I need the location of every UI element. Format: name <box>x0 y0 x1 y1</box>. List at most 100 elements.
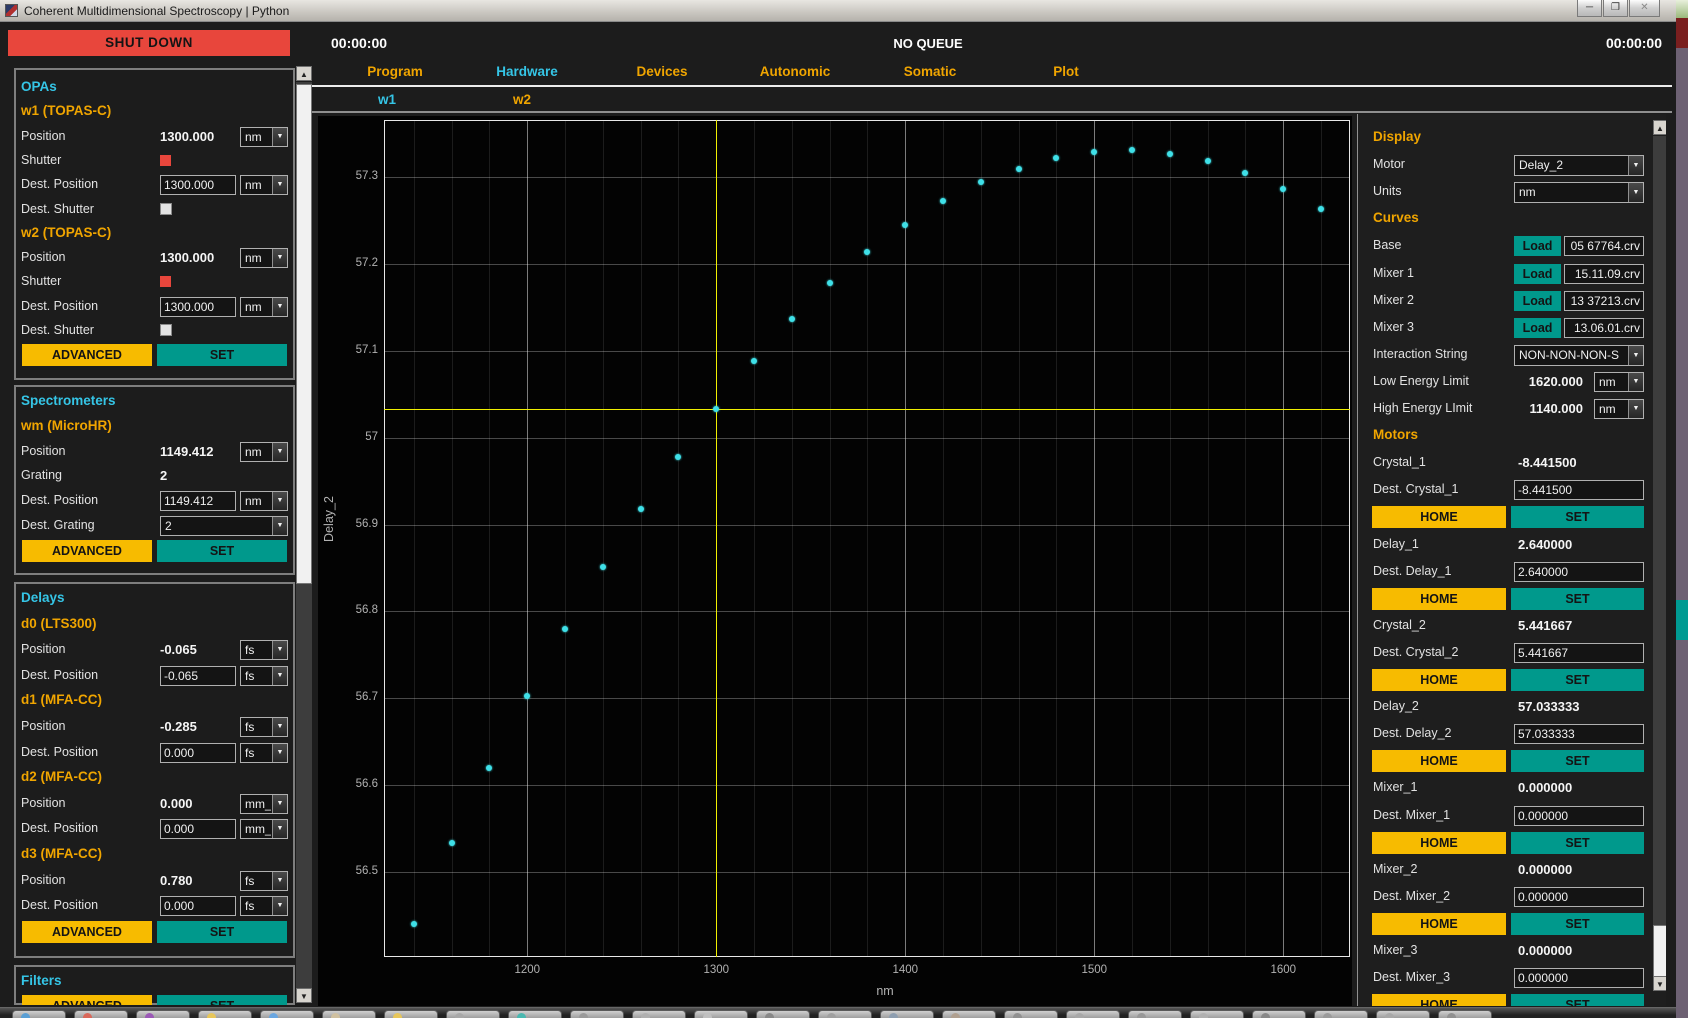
home-button[interactable]: HOME <box>1372 588 1506 610</box>
chevron-down-icon[interactable]: ▼ <box>272 897 287 915</box>
motor-select[interactable]: Delay_2▼ <box>1514 155 1644 176</box>
dest-shutter-checkbox[interactable] <box>160 203 172 215</box>
home-button[interactable]: HOME <box>1372 506 1506 528</box>
set-button[interactable]: SET <box>157 995 287 1006</box>
taskbar-button[interactable] <box>818 1010 872 1018</box>
tab-program[interactable]: Program <box>330 64 460 79</box>
close-button[interactable]: ✕ <box>1629 0 1660 17</box>
load-button[interactable]: Load <box>1514 318 1561 338</box>
set-button[interactable]: SET <box>157 540 287 562</box>
grating-select[interactable]: 2▼ <box>160 516 288 536</box>
chevron-down-icon[interactable]: ▼ <box>272 718 287 736</box>
taskbar-button[interactable] <box>570 1010 624 1018</box>
units-dropdown[interactable]: nm▼ <box>240 491 288 511</box>
units-dropdown[interactable]: mm_▼ <box>240 819 288 839</box>
chevron-down-icon[interactable]: ▼ <box>272 872 287 890</box>
home-button[interactable]: HOME <box>1372 832 1506 854</box>
load-button[interactable]: Load <box>1514 264 1561 284</box>
taskbar-button[interactable] <box>942 1010 996 1018</box>
advanced-button[interactable]: ADVANCED <box>22 540 152 562</box>
minimize-button[interactable]: ─ <box>1577 0 1602 17</box>
taskbar-button[interactable] <box>1190 1010 1244 1018</box>
set-button[interactable]: SET <box>1511 913 1644 935</box>
chevron-down-icon[interactable]: ▼ <box>272 820 287 838</box>
chevron-down-icon[interactable]: ▼ <box>1628 373 1643 391</box>
chevron-down-icon[interactable]: ▼ <box>1628 183 1643 202</box>
units-dropdown[interactable]: fs▼ <box>240 743 288 763</box>
subtab-w2[interactable]: w2 <box>482 92 562 107</box>
curve-file-input[interactable]: 13 37213.crv <box>1564 291 1644 311</box>
tab-somatic[interactable]: Somatic <box>865 64 995 79</box>
set-button[interactable]: SET <box>1511 669 1644 691</box>
set-button[interactable]: SET <box>157 344 287 366</box>
taskbar-button[interactable] <box>198 1010 252 1018</box>
units-dropdown[interactable]: nm▼ <box>240 442 288 462</box>
chevron-down-icon[interactable]: ▼ <box>272 492 287 510</box>
load-button[interactable]: Load <box>1514 291 1561 311</box>
advanced-button[interactable]: ADVANCED <box>22 995 152 1006</box>
taskbar-button[interactable] <box>508 1010 562 1018</box>
dest-motor-input[interactable]: -8.441500 <box>1514 480 1644 500</box>
advanced-button[interactable]: ADVANCED <box>22 921 152 943</box>
curve-file-input[interactable]: 13.06.01.crv <box>1564 318 1644 338</box>
sidebar-scrollbar-down-arrow-icon[interactable]: ▼ <box>296 988 312 1003</box>
panel-scrollbar-thumb[interactable] <box>1653 925 1666 977</box>
units-dropdown[interactable]: mm_▼ <box>240 794 288 814</box>
set-button[interactable]: SET <box>157 921 287 943</box>
chevron-down-icon[interactable]: ▼ <box>272 667 287 685</box>
units-dropdown[interactable]: nm▼ <box>240 248 288 268</box>
taskbar-button[interactable] <box>694 1010 748 1018</box>
panel-scrollbar-up-arrow-icon[interactable]: ▲ <box>1653 120 1666 135</box>
tab-devices[interactable]: Devices <box>597 64 727 79</box>
chevron-down-icon[interactable]: ▼ <box>272 517 287 535</box>
dest-position-input[interactable]: 0.000 <box>160 819 236 839</box>
chevron-down-icon[interactable]: ▼ <box>272 176 287 194</box>
taskbar-button[interactable] <box>260 1010 314 1018</box>
chevron-down-icon[interactable]: ▼ <box>1628 400 1643 418</box>
set-button[interactable]: SET <box>1511 588 1644 610</box>
dest-motor-input[interactable]: 0.000000 <box>1514 887 1644 907</box>
dest-position-input[interactable]: 0.000 <box>160 743 236 763</box>
units-dropdown[interactable]: nm▼ <box>240 175 288 195</box>
panel-scrollbar-down-arrow-icon[interactable]: ▼ <box>1653 976 1666 991</box>
units-dropdown[interactable]: nm▼ <box>240 297 288 317</box>
set-button[interactable]: SET <box>1511 994 1644 1006</box>
dest-position-input[interactable]: 1300.000 <box>160 297 236 317</box>
taskbar-button[interactable] <box>880 1010 934 1018</box>
dest-position-input[interactable]: 1149.412 <box>160 491 236 511</box>
dest-motor-input[interactable]: 5.441667 <box>1514 643 1644 663</box>
units-dropdown[interactable]: nm▼ <box>240 127 288 147</box>
interaction-string-select[interactable]: NON-NON-NON-S▼ <box>1514 345 1644 366</box>
units-dropdown[interactable]: fs▼ <box>240 640 288 660</box>
units-dropdown[interactable]: nm▼ <box>1594 372 1644 392</box>
taskbar-button[interactable] <box>446 1010 500 1018</box>
taskbar-button[interactable] <box>1314 1010 1368 1018</box>
taskbar-button[interactable] <box>1066 1010 1120 1018</box>
set-button[interactable]: SET <box>1511 506 1644 528</box>
tab-hardware[interactable]: Hardware <box>462 64 592 79</box>
home-button[interactable]: HOME <box>1372 750 1506 772</box>
taskbar-button[interactable] <box>74 1010 128 1018</box>
tab-autonomic[interactable]: Autonomic <box>730 64 860 79</box>
set-button[interactable]: SET <box>1511 750 1644 772</box>
chevron-down-icon[interactable]: ▼ <box>272 249 287 267</box>
chevron-down-icon[interactable]: ▼ <box>272 298 287 316</box>
curve-file-input[interactable]: 15.11.09.crv <box>1564 264 1644 284</box>
dest-position-input[interactable]: 1300.000 <box>160 175 236 195</box>
taskbar-button[interactable] <box>322 1010 376 1018</box>
dest-motor-input[interactable]: 0.000000 <box>1514 968 1644 988</box>
sidebar-scrollbar-thumb[interactable] <box>296 84 312 584</box>
sidebar-scrollbar-up-arrow-icon[interactable]: ▲ <box>296 66 312 81</box>
taskbar-button[interactable] <box>136 1010 190 1018</box>
taskbar-button[interactable] <box>1128 1010 1182 1018</box>
taskbar-button[interactable] <box>632 1010 686 1018</box>
curve-file-input[interactable]: 05 67764.crv <box>1564 236 1644 256</box>
taskbar-button[interactable] <box>756 1010 810 1018</box>
chevron-down-icon[interactable]: ▼ <box>272 744 287 762</box>
chevron-down-icon[interactable]: ▼ <box>272 443 287 461</box>
taskbar-button[interactable] <box>1252 1010 1306 1018</box>
chevron-down-icon[interactable]: ▼ <box>272 128 287 146</box>
chevron-down-icon[interactable]: ▼ <box>1628 346 1643 365</box>
window-titlebar[interactable]: Coherent Multidimensional Spectroscopy |… <box>0 0 1676 22</box>
home-button[interactable]: HOME <box>1372 913 1506 935</box>
